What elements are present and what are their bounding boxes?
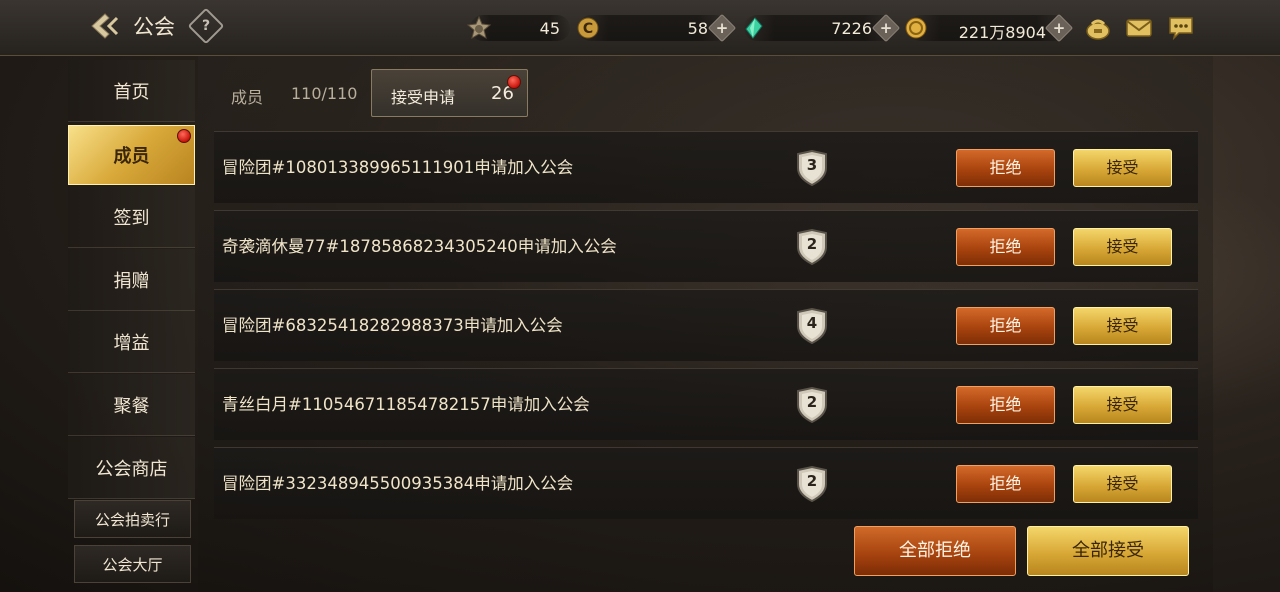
tab-join-requests[interactable]: 接受申请 26	[371, 69, 528, 117]
notification-dot	[177, 129, 191, 143]
sidebar-item-label: 公会拍卖行	[94, 510, 170, 529]
reject-button[interactable]: 拒绝	[956, 228, 1055, 266]
notification-dot	[507, 75, 521, 89]
request-row: 冒险团#68325418282988373申请加入公会 4 拒绝 接受	[214, 289, 1198, 361]
level-value: 2	[806, 235, 818, 253]
accept-button[interactable]: 接受	[1073, 149, 1172, 187]
top-bar: 公会 ? 45 C 58 + 7226 + 221万8904 +	[0, 0, 1280, 56]
sidebar-item-label: 签到	[113, 207, 150, 229]
gold-coin-icon	[905, 17, 927, 39]
request-row: 奇袭滴休曼77#18785868234305240申请加入公会 2 拒绝 接受	[214, 210, 1198, 282]
reject-button[interactable]: 拒绝	[956, 149, 1055, 187]
tab-members[interactable]: 成员	[231, 84, 263, 108]
help-button[interactable]: ?	[187, 7, 225, 45]
sidebar-item-label: 公会商店	[95, 458, 168, 480]
sidebar-item-label: 捐赠	[113, 270, 150, 292]
back-arrow-icon	[91, 13, 119, 39]
request-row: 青丝白月#110546711854782157申请加入公会 2 拒绝 接受	[214, 368, 1198, 440]
accept-button[interactable]: 接受	[1073, 307, 1172, 345]
request-text: 冒险团#68325418282988373申请加入公会	[222, 316, 563, 335]
back-button[interactable]	[86, 8, 126, 44]
sidebar-item-donate[interactable]: 捐赠	[68, 249, 195, 311]
reject-button[interactable]: 拒绝	[956, 386, 1055, 424]
accept-button[interactable]: 接受	[1073, 465, 1172, 503]
plus-icon: +	[879, 19, 893, 37]
resource-value-stars: 45	[539, 19, 560, 38]
request-text: 奇袭滴休曼77#18785868234305240申请加入公会	[222, 237, 617, 256]
resource-value-gold: 221万8904	[958, 23, 1046, 42]
bag-icon[interactable]	[1084, 15, 1112, 41]
mail-icon[interactable]	[1125, 15, 1153, 41]
level-value: 4	[806, 314, 818, 332]
reject-button[interactable]: 拒绝	[956, 307, 1055, 345]
resource-value-crystal: 7226	[831, 19, 872, 38]
level-value: 2	[806, 472, 818, 490]
sidebar-item-members[interactable]: 成员	[68, 125, 195, 185]
accept-button[interactable]: 接受	[1073, 386, 1172, 424]
request-text: 冒险团#332348945500935384申请加入公会	[222, 474, 574, 493]
chat-icon[interactable]	[1167, 15, 1195, 41]
plus-icon: +	[1052, 19, 1066, 37]
request-text: 冒险团#108013389965111901申请加入公会	[222, 158, 574, 177]
reject-all-button[interactable]: 全部拒绝	[854, 526, 1016, 576]
sidebar-item-feast[interactable]: 聚餐	[68, 374, 195, 436]
level-value: 2	[806, 393, 818, 411]
c-coin-icon: C	[577, 17, 599, 39]
sidebar-item-label: 首页	[113, 81, 150, 103]
tab-label: 接受申请	[391, 88, 456, 107]
sidebar-item-label: 成员	[113, 146, 150, 167]
reject-button[interactable]: 拒绝	[956, 465, 1055, 503]
star-badge-icon	[467, 16, 491, 40]
level-value: 3	[806, 156, 818, 174]
request-text: 青丝白月#110546711854782157申请加入公会	[222, 395, 590, 414]
plus-icon: +	[715, 19, 729, 37]
request-row: 冒险团#108013389965111901申请加入公会 3 拒绝 接受	[214, 131, 1198, 203]
sidebar-item-label: 增益	[113, 332, 150, 354]
resource-value-c-coin: 58	[687, 19, 708, 38]
sidebar-item-guild-hall[interactable]: 公会大厅	[74, 545, 191, 583]
green-crystal-icon	[745, 17, 763, 39]
members-count: 110/110	[291, 84, 358, 103]
accept-button[interactable]: 接受	[1073, 228, 1172, 266]
sidebar-item-checkin[interactable]: 签到	[68, 186, 195, 248]
sidebar-item-label: 公会大厅	[102, 555, 163, 574]
sidebar-item-guild-auction[interactable]: 公会拍卖行	[74, 500, 191, 538]
sidebar-item-guild-shop[interactable]: 公会商店	[68, 437, 195, 499]
accept-all-button[interactable]: 全部接受	[1027, 526, 1189, 576]
request-row: 冒险团#332348945500935384申请加入公会 2 拒绝 接受	[214, 447, 1198, 519]
sidebar-item-buffs[interactable]: 增益	[68, 311, 195, 373]
sidebar: 首页 成员 签到 捐赠 增益 聚餐 公会商店 公会拍卖行 公会大厅	[68, 60, 195, 592]
svg-text:C: C	[583, 21, 593, 37]
sidebar-item-home[interactable]: 首页	[68, 60, 195, 122]
sidebar-item-label: 聚餐	[113, 395, 150, 417]
page-title: 公会	[133, 15, 175, 39]
help-icon: ?	[201, 18, 211, 34]
